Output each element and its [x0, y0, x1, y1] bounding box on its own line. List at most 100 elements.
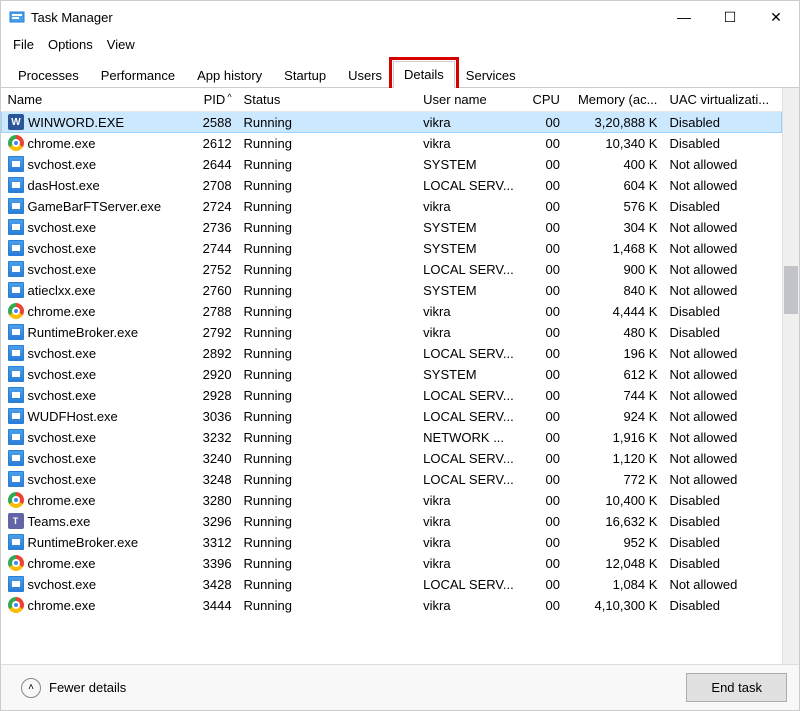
process-cpu: 00 [525, 385, 566, 406]
table-row[interactable]: chrome.exe3396Runningvikra0012,048 KDisa… [2, 553, 782, 574]
table-row[interactable]: chrome.exe2788Runningvikra004,444 KDisab… [2, 301, 782, 322]
process-name: atieclxx.exe [28, 283, 96, 298]
process-uac: Not allowed [663, 469, 781, 490]
process-cpu: 00 [525, 301, 566, 322]
process-memory: 10,400 K [566, 490, 664, 511]
process-uac: Not allowed [663, 385, 781, 406]
tab-app-history[interactable]: App history [186, 62, 273, 88]
process-pid: 2644 [176, 154, 238, 175]
process-name: svchost.exe [28, 346, 97, 361]
process-memory: 196 K [566, 343, 664, 364]
tab-details[interactable]: Details [393, 61, 455, 88]
process-name: svchost.exe [28, 388, 97, 403]
process-icon [8, 534, 24, 550]
process-status: Running [238, 217, 418, 238]
fewer-details-button[interactable]: ˄ Fewer details [13, 674, 134, 702]
maximize-button[interactable]: ☐ [707, 1, 753, 33]
process-pid: 3396 [176, 553, 238, 574]
process-memory: 952 K [566, 532, 664, 553]
process-user: vikra [417, 112, 525, 133]
process-cpu: 00 [525, 553, 566, 574]
process-status: Running [238, 175, 418, 196]
table-row[interactable]: svchost.exe2920RunningSYSTEM00612 KNot a… [2, 364, 782, 385]
process-memory: 900 K [566, 259, 664, 280]
table-row[interactable]: WWINWORD.EXE2588Runningvikra003,20,888 K… [2, 112, 782, 133]
process-status: Running [238, 490, 418, 511]
table-row[interactable]: svchost.exe3240RunningLOCAL SERV...001,1… [2, 448, 782, 469]
end-task-button[interactable]: End task [686, 673, 787, 702]
table-row[interactable]: svchost.exe3248RunningLOCAL SERV...00772… [2, 469, 782, 490]
table-row[interactable]: RuntimeBroker.exe3312Runningvikra00952 K… [2, 532, 782, 553]
close-button[interactable]: ✕ [753, 1, 799, 33]
table-row[interactable]: dasHost.exe2708RunningLOCAL SERV...00604… [2, 175, 782, 196]
process-memory: 1,084 K [566, 574, 664, 595]
table-row[interactable]: svchost.exe2744RunningSYSTEM001,468 KNot… [2, 238, 782, 259]
table-row[interactable]: chrome.exe2612Runningvikra0010,340 KDisa… [2, 133, 782, 154]
tab-services[interactable]: Services [455, 62, 527, 88]
process-name: svchost.exe [28, 577, 97, 592]
table-row[interactable]: WUDFHost.exe3036RunningLOCAL SERV...0092… [2, 406, 782, 427]
table-row[interactable]: svchost.exe3232RunningNETWORK ...001,916… [2, 427, 782, 448]
process-icon [8, 219, 24, 235]
column-user[interactable]: User name [417, 88, 525, 112]
sort-ascending-icon: ^ [227, 92, 231, 102]
menu-view[interactable]: View [101, 35, 141, 54]
process-user: SYSTEM [417, 217, 525, 238]
table-row[interactable]: svchost.exe2752RunningLOCAL SERV...00900… [2, 259, 782, 280]
process-uac: Disabled [663, 322, 781, 343]
column-name[interactable]: Name [2, 88, 176, 112]
table-row[interactable]: svchost.exe2736RunningSYSTEM00304 KNot a… [2, 217, 782, 238]
process-icon [8, 387, 24, 403]
column-pid[interactable]: PID^ [176, 88, 238, 112]
scrollbar-thumb[interactable] [784, 266, 798, 314]
table-row[interactable]: svchost.exe2644RunningSYSTEM00400 KNot a… [2, 154, 782, 175]
tab-users[interactable]: Users [337, 62, 393, 88]
table-row[interactable]: chrome.exe3444Runningvikra004,10,300 KDi… [2, 595, 782, 616]
tab-startup[interactable]: Startup [273, 62, 337, 88]
table-row[interactable]: TTeams.exe3296Runningvikra0016,632 KDisa… [2, 511, 782, 532]
process-status: Running [238, 343, 418, 364]
process-name: svchost.exe [28, 451, 97, 466]
column-memory[interactable]: Memory (ac... [566, 88, 664, 112]
process-status: Running [238, 364, 418, 385]
process-cpu: 00 [525, 469, 566, 490]
process-user: LOCAL SERV... [417, 259, 525, 280]
tab-processes[interactable]: Processes [7, 62, 90, 88]
table-row[interactable]: chrome.exe3280Runningvikra0010,400 KDisa… [2, 490, 782, 511]
process-name: RuntimeBroker.exe [28, 325, 139, 340]
process-memory: 576 K [566, 196, 664, 217]
process-uac: Disabled [663, 490, 781, 511]
process-memory: 612 K [566, 364, 664, 385]
process-status: Running [238, 553, 418, 574]
process-uac: Not allowed [663, 217, 781, 238]
table-row[interactable]: GameBarFTServer.exe2724Runningvikra00576… [2, 196, 782, 217]
process-icon [8, 135, 24, 151]
column-cpu[interactable]: CPU [525, 88, 566, 112]
process-icon [8, 282, 24, 298]
process-memory: 1,120 K [566, 448, 664, 469]
process-status: Running [238, 259, 418, 280]
process-pid: 2736 [176, 217, 238, 238]
minimize-button[interactable]: — [661, 1, 707, 33]
process-user: vikra [417, 511, 525, 532]
table-row[interactable]: RuntimeBroker.exe2792Runningvikra00480 K… [2, 322, 782, 343]
tab-performance[interactable]: Performance [90, 62, 186, 88]
column-status[interactable]: Status [238, 88, 418, 112]
process-pid: 2760 [176, 280, 238, 301]
menu-file[interactable]: File [7, 35, 40, 54]
process-name: GameBarFTServer.exe [28, 199, 162, 214]
process-uac: Disabled [663, 133, 781, 154]
table-row[interactable]: svchost.exe3428RunningLOCAL SERV...001,0… [2, 574, 782, 595]
column-uac[interactable]: UAC virtualizati... [663, 88, 781, 112]
menu-options[interactable]: Options [42, 35, 99, 54]
table-row[interactable]: svchost.exe2928RunningLOCAL SERV...00744… [2, 385, 782, 406]
process-icon [8, 345, 24, 361]
vertical-scrollbar[interactable] [782, 88, 799, 664]
process-icon: T [8, 513, 24, 529]
table-row[interactable]: atieclxx.exe2760RunningSYSTEM00840 KNot … [2, 280, 782, 301]
process-name: svchost.exe [28, 262, 97, 277]
process-user: vikra [417, 595, 525, 616]
table-row[interactable]: svchost.exe2892RunningLOCAL SERV...00196… [2, 343, 782, 364]
chevron-up-icon: ˄ [21, 678, 41, 698]
process-status: Running [238, 196, 418, 217]
